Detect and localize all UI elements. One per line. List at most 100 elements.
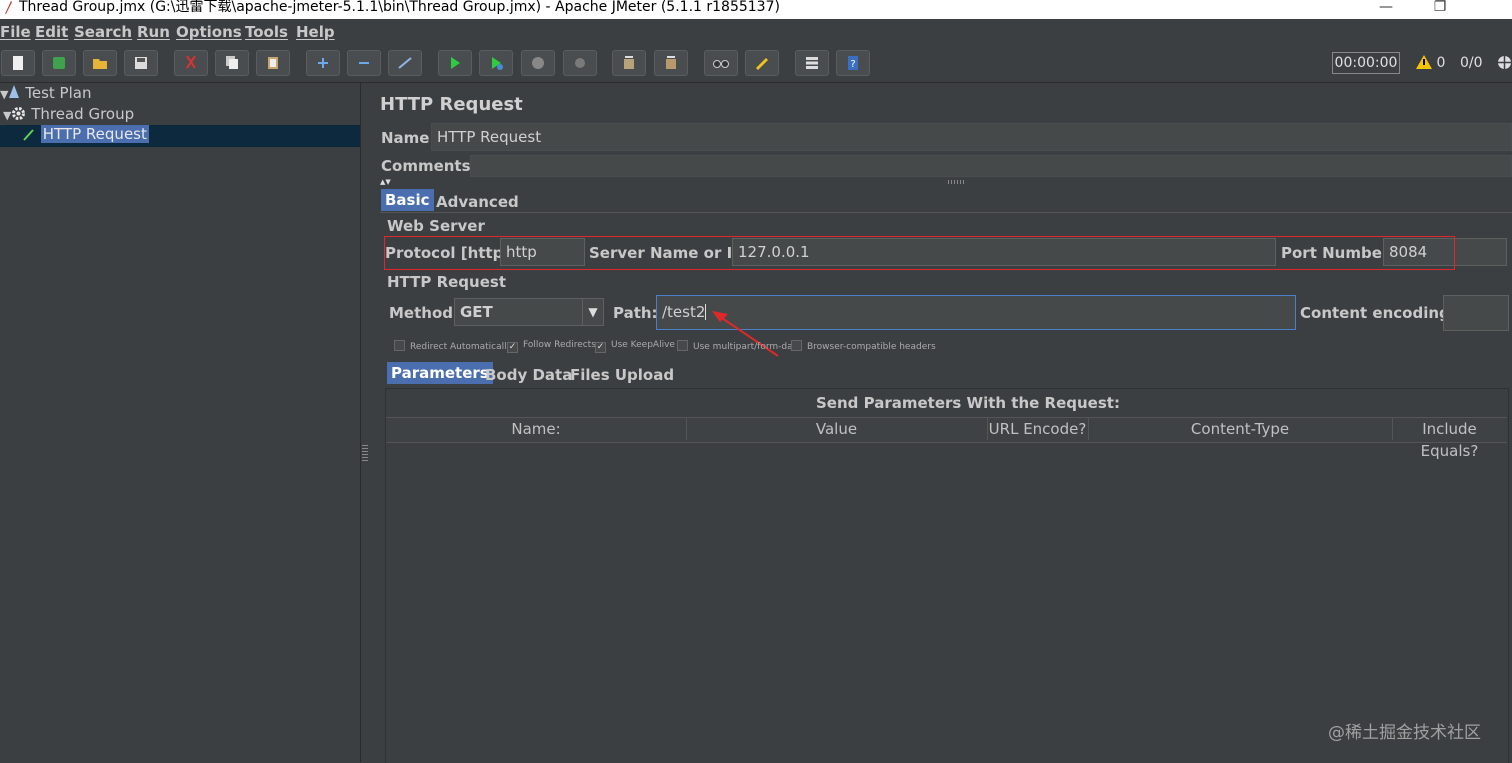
tab-files-upload[interactable]: Files Upload (566, 364, 678, 386)
split-pane-divider[interactable] (361, 83, 369, 762)
expand-toggle-icon[interactable]: ▼ (0, 88, 8, 101)
checkbox-label: Redirect Automatically (410, 342, 512, 352)
window-title-bar: Thread Group.jmx (G:\迅雷下载\apache-jmeter-… (0, 0, 1512, 19)
chevron-down-icon[interactable]: ▼ (582, 299, 603, 325)
cut-icon (186, 56, 196, 69)
checkbox-label: Follow Redirects (523, 340, 596, 350)
menu-help[interactable]: Help (296, 23, 335, 41)
column-header-include-equals[interactable]: Include Equals? (1392, 418, 1507, 460)
tab-body-data[interactable]: Body Data (481, 364, 576, 386)
search-button[interactable] (704, 50, 738, 76)
column-header-url-encode[interactable]: URL Encode? (987, 418, 1089, 440)
parameters-table (385, 388, 1509, 763)
active-threads: 0/0 (1460, 55, 1483, 71)
tree-item-test-plan[interactable]: ▼ Test Plan (0, 84, 91, 102)
reset-search-button[interactable] (745, 50, 779, 76)
function-helper-button[interactable] (795, 50, 829, 76)
shutdown-icon (575, 58, 585, 68)
name-label: Name: (381, 129, 436, 147)
toggle-icon (398, 57, 412, 69)
paste-button[interactable] (256, 50, 290, 76)
menu-edit[interactable]: Edit (35, 23, 68, 41)
copy-icon (226, 56, 238, 69)
menu-bar: File Edit Search Run Options Tools Help (0, 19, 1512, 44)
checkbox-box[interactable]: ✓ (507, 342, 518, 353)
column-header-name[interactable]: Name: (386, 418, 687, 440)
collapse-comments-icon[interactable]: ▲▼ (380, 178, 391, 186)
clear-all-button[interactable] (654, 50, 688, 76)
search-icon (713, 60, 729, 68)
clear-button[interactable] (612, 50, 646, 76)
restore-button[interactable]: ❐ (1420, 0, 1460, 18)
web-server-heading: Web Server (387, 217, 485, 235)
warning-count: 0 (1436, 55, 1446, 71)
menu-tools[interactable]: Tools (245, 23, 288, 41)
tree-item-thread-group[interactable]: ▼ Thread Group (3, 105, 134, 123)
menu-file[interactable]: File (0, 23, 31, 41)
shutdown-button[interactable] (563, 50, 597, 76)
start-no-timers-button[interactable] (479, 50, 513, 76)
tab-parameters[interactable]: Parameters (387, 362, 493, 384)
content-encoding-label: Content encoding: (1300, 304, 1456, 322)
expand-all-button[interactable] (306, 50, 340, 76)
save-icon (135, 57, 147, 69)
function-helper-icon (806, 57, 818, 69)
minimize-button[interactable]: — (1366, 0, 1406, 18)
expand-icon (318, 58, 328, 68)
method-select[interactable]: GET ▼ (454, 298, 604, 326)
menu-search[interactable]: Search (74, 23, 132, 41)
start-button[interactable] (438, 50, 472, 76)
checkbox-box[interactable]: ✓ (595, 342, 606, 353)
menu-options[interactable]: Options (176, 23, 242, 41)
templates-button[interactable] (42, 50, 76, 76)
new-icon (13, 56, 23, 70)
help-button[interactable]: ? (836, 50, 870, 76)
elapsed-time: 00:00:00 (1332, 52, 1400, 74)
copy-button[interactable] (215, 50, 249, 76)
collapse-icon (359, 62, 369, 64)
method-value: GET (460, 303, 493, 321)
toolbar: ? (0, 44, 1512, 83)
open-button[interactable] (83, 50, 117, 76)
checkbox-box[interactable] (394, 340, 405, 351)
tab-basic[interactable]: Basic (381, 189, 434, 211)
stop-button[interactable] (521, 50, 555, 76)
browser-compatible-headers-checkbox[interactable]: Browser-compatible headers (791, 340, 936, 352)
column-header-value[interactable]: Value (686, 418, 988, 440)
expand-toggle-icon[interactable]: ▼ (3, 109, 11, 122)
parameters-table-title: Send Parameters With the Request: (816, 394, 1120, 412)
method-label: Method: (389, 304, 459, 322)
tree-item-label: Test Plan (25, 84, 92, 102)
comments-label: Comments: (381, 157, 477, 175)
redirect-automatically-checkbox[interactable]: Redirect Automatically (394, 340, 512, 352)
use-multipart-checkbox[interactable]: Use multipart/form-data (677, 340, 802, 352)
warning-indicator[interactable]: 0 (1416, 55, 1445, 71)
paste-icon (268, 57, 278, 69)
checkbox-box[interactable] (677, 340, 688, 351)
checkbox-label: Browser-compatible headers (807, 342, 936, 352)
cut-button[interactable] (174, 50, 208, 76)
watermark: @稀土掘金技术社区 (1328, 723, 1481, 743)
save-button[interactable] (124, 50, 158, 76)
globe-icon[interactable] (1497, 55, 1512, 70)
test-plan-tree: ▼ Test Plan ▼ Thread Group HTTP Request (0, 83, 361, 762)
toggle-button[interactable] (388, 50, 422, 76)
page-title: HTTP Request (380, 94, 523, 115)
comments-field[interactable] (470, 155, 1512, 177)
checkbox-box[interactable] (791, 340, 802, 351)
menu-run[interactable]: Run (137, 23, 170, 41)
collapse-all-button[interactable] (347, 50, 381, 76)
follow-redirects-checkbox[interactable]: ✓ Follow Redirects (507, 340, 596, 353)
tree-item-label: HTTP Request (40, 125, 149, 143)
jmeter-feather-icon (5, 1, 12, 14)
highlight-box (384, 236, 1455, 270)
name-field[interactable]: HTTP Request (431, 123, 1512, 151)
tree-item-http-request[interactable]: HTTP Request (0, 125, 360, 147)
splitter-grip (362, 445, 368, 461)
resize-grip[interactable] (948, 180, 964, 184)
tab-advanced[interactable]: Advanced (432, 191, 523, 213)
use-keepalive-checkbox[interactable]: ✓ Use KeepAlive (595, 340, 675, 353)
content-encoding-field[interactable] (1443, 295, 1509, 331)
column-header-content-type[interactable]: Content-Type (1088, 418, 1393, 440)
new-button[interactable] (1, 50, 35, 76)
